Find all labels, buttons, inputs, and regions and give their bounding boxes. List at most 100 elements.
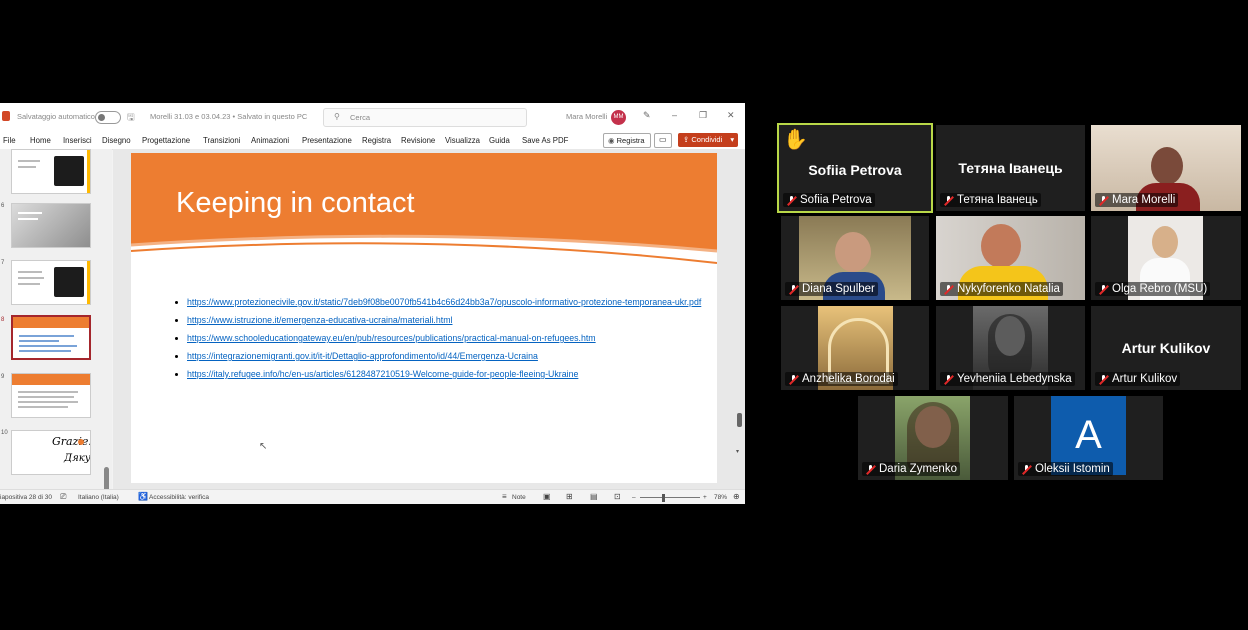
participant-tile[interactable]: Olga Rebro (MSU) — [1091, 216, 1241, 300]
chevron-down-icon: ▾ — [730, 135, 735, 144]
slide-thumbnail[interactable] — [11, 373, 91, 418]
file-title[interactable]: Morelli 31.03 e 03.04.23 • Salvato in qu… — [150, 112, 307, 121]
tab-file[interactable]: File — [3, 136, 16, 145]
participant-name-label: Oleksii Istomin — [1018, 462, 1113, 476]
zoom-level[interactable]: 78% — [714, 494, 727, 501]
muted-mic-icon — [944, 285, 953, 294]
muted-mic-icon — [1099, 196, 1108, 205]
record-icon: ◉ — [608, 136, 615, 145]
tab-registra[interactable]: Registra — [362, 136, 391, 145]
zoom-out-icon[interactable]: – — [632, 494, 636, 501]
resource-link[interactable]: https://www.istruzione.it/emergenza-educ… — [187, 315, 452, 325]
scroll-down-icon[interactable]: ▾ — [736, 448, 739, 455]
accessibility-label[interactable]: Accessibilità: verifica — [149, 494, 209, 501]
participant-tile[interactable]: Diana Spulber — [781, 216, 929, 300]
resource-link[interactable]: https://www.schooleducationgateway.eu/en… — [187, 333, 596, 343]
comment-icon: ▭ — [659, 135, 667, 144]
participant-name-label: Olga Rebro (MSU) — [1095, 282, 1211, 296]
slide-thumbnail[interactable]: Grazie! Дякую! — [11, 430, 91, 475]
tab-guida[interactable]: Guida — [489, 136, 510, 145]
record-button[interactable]: ◉ Registra — [603, 133, 651, 148]
participant-tile[interactable]: Yevheniia Lebedynska — [936, 306, 1085, 390]
participant-tile[interactable]: Daria Zymenko — [858, 396, 1008, 480]
participant-tile[interactable]: Nykyforenko Natalia — [936, 216, 1085, 300]
list-item: https://www.protezionecivile.gov.it/stat… — [187, 297, 707, 308]
thumbnail-number: 6 — [1, 203, 5, 209]
notes-button[interactable]: Note — [512, 494, 526, 501]
participant-tile[interactable]: Тетяна Іванець Тетяна Іванець — [936, 125, 1085, 211]
tab-save-as-pdf[interactable]: Save As PDF — [522, 136, 568, 145]
zoom-in-icon[interactable]: + — [703, 494, 707, 501]
resource-link[interactable]: https://www.protezionecivile.gov.it/stat… — [187, 297, 701, 307]
slide-counter: iapositiva 28 di 30 — [0, 494, 53, 501]
slide-thumbnails-pane: 6 7 8 9 10 Grazie! Дякую! — [0, 149, 112, 504]
tab-animazioni[interactable]: Animazioni — [251, 136, 289, 145]
slideshow-icon[interactable]: ⊡ — [614, 492, 621, 501]
muted-mic-icon — [789, 285, 798, 294]
slide-thumbnail[interactable] — [11, 203, 91, 248]
tab-transizioni[interactable]: Transizioni — [203, 136, 240, 145]
slide-vertical-scrollbar[interactable] — [737, 413, 742, 427]
zoom-slider[interactable] — [640, 497, 700, 498]
reading-view-icon[interactable]: ▤ — [590, 492, 598, 501]
user-name[interactable]: Mara Morelli — [566, 112, 607, 121]
raised-hand-icon: ✋ — [783, 129, 808, 151]
participant-display-name: Sofiia Petrova — [808, 162, 902, 178]
participant-tile[interactable]: Mara Morelli — [1091, 125, 1241, 211]
muted-mic-icon — [944, 196, 953, 205]
thumbnail-number: 10 — [1, 430, 8, 436]
tab-disegno[interactable]: Disegno — [102, 136, 131, 145]
spellcheck-icon[interactable]: ⎚ — [60, 492, 66, 502]
slide-title: Keeping in contact — [176, 187, 415, 219]
muted-mic-icon — [1099, 285, 1108, 294]
language-label[interactable]: Italiano (Italia) — [78, 494, 119, 501]
tab-inserisci[interactable]: Inserisci — [63, 136, 92, 145]
tab-progettazione[interactable]: Progettazione — [142, 136, 190, 145]
tab-home[interactable]: Home — [30, 136, 51, 145]
thumbnail-number: 7 — [1, 260, 5, 266]
participant-tile[interactable]: ✋ Sofiia Petrova Sofiia Petrova — [777, 123, 933, 213]
normal-view-icon[interactable]: ▣ — [543, 492, 551, 501]
pen-icon[interactable]: ✎ — [643, 110, 651, 121]
tab-visualizza[interactable]: Visualizza — [445, 136, 480, 145]
tab-revisione[interactable]: Revisione — [401, 136, 435, 145]
participant-tile[interactable]: Artur Kulikov Artur Kulikov — [1091, 306, 1241, 390]
status-bar: iapositiva 28 di 30 ⎚ Italiano (Italia) … — [0, 489, 745, 504]
share-button[interactable]: ⇪ Condividi ▾ — [678, 133, 738, 147]
user-avatar[interactable]: MM — [611, 110, 626, 125]
slide-thumbnail[interactable] — [11, 149, 91, 194]
muted-mic-icon — [787, 196, 796, 205]
tab-presentazione[interactable]: Presentazione — [302, 136, 352, 145]
resource-link[interactable]: https://integrazionemigranti.gov.it/it-i… — [187, 351, 538, 361]
participant-tile[interactable]: Anzhelika Borodai — [781, 306, 929, 390]
search-icon: ⚲ — [334, 112, 340, 121]
participant-name-label: Sofiia Petrova — [783, 193, 875, 207]
participant-display-name: Artur Kulikov — [1121, 340, 1211, 356]
restore-icon[interactable]: ❐ — [699, 110, 707, 121]
record-label: Registra — [616, 136, 645, 145]
slide-sorter-icon[interactable]: ⊞ — [566, 492, 573, 501]
participant-name-label: Nykyforenko Natalia — [940, 282, 1063, 296]
ribbon-tabs: File Home Inserisci Disegno Progettazion… — [0, 130, 745, 150]
participant-name-label: Yevheniia Lebedynska — [940, 372, 1075, 386]
participant-name-label: Artur Kulikov — [1095, 372, 1181, 386]
resource-link[interactable]: https://italy.refugee.info/hc/en-us/arti… — [187, 369, 578, 379]
muted-mic-icon — [789, 375, 798, 384]
close-icon[interactable]: ✕ — [727, 110, 735, 121]
participant-name-label: Mara Morelli — [1095, 193, 1179, 207]
participant-tile[interactable]: A Oleksii Istomin — [1014, 396, 1163, 480]
list-item: https://integrazionemigranti.gov.it/it-i… — [187, 351, 707, 362]
search-box[interactable]: ⚲ Cerca — [323, 108, 527, 127]
zoom-slider-knob[interactable] — [662, 494, 665, 502]
minimize-icon[interactable]: – — [672, 110, 677, 120]
comments-button[interactable]: ▭ — [654, 133, 672, 148]
share-label: Condividi — [691, 135, 723, 144]
autosave-toggle[interactable] — [95, 111, 121, 124]
thumbnails-scrollbar[interactable] — [104, 199, 109, 504]
slide-thumbnail[interactable] — [11, 260, 91, 305]
ppt-titlebar: Salvataggio automatico 🖫 Morelli 31.03 e… — [0, 103, 745, 130]
fit-to-window-icon[interactable]: ⊕ — [733, 492, 740, 501]
slide-thumbnail-selected[interactable] — [11, 315, 91, 360]
save-icon[interactable]: 🖫 — [127, 110, 135, 126]
muted-mic-icon — [1022, 465, 1031, 474]
